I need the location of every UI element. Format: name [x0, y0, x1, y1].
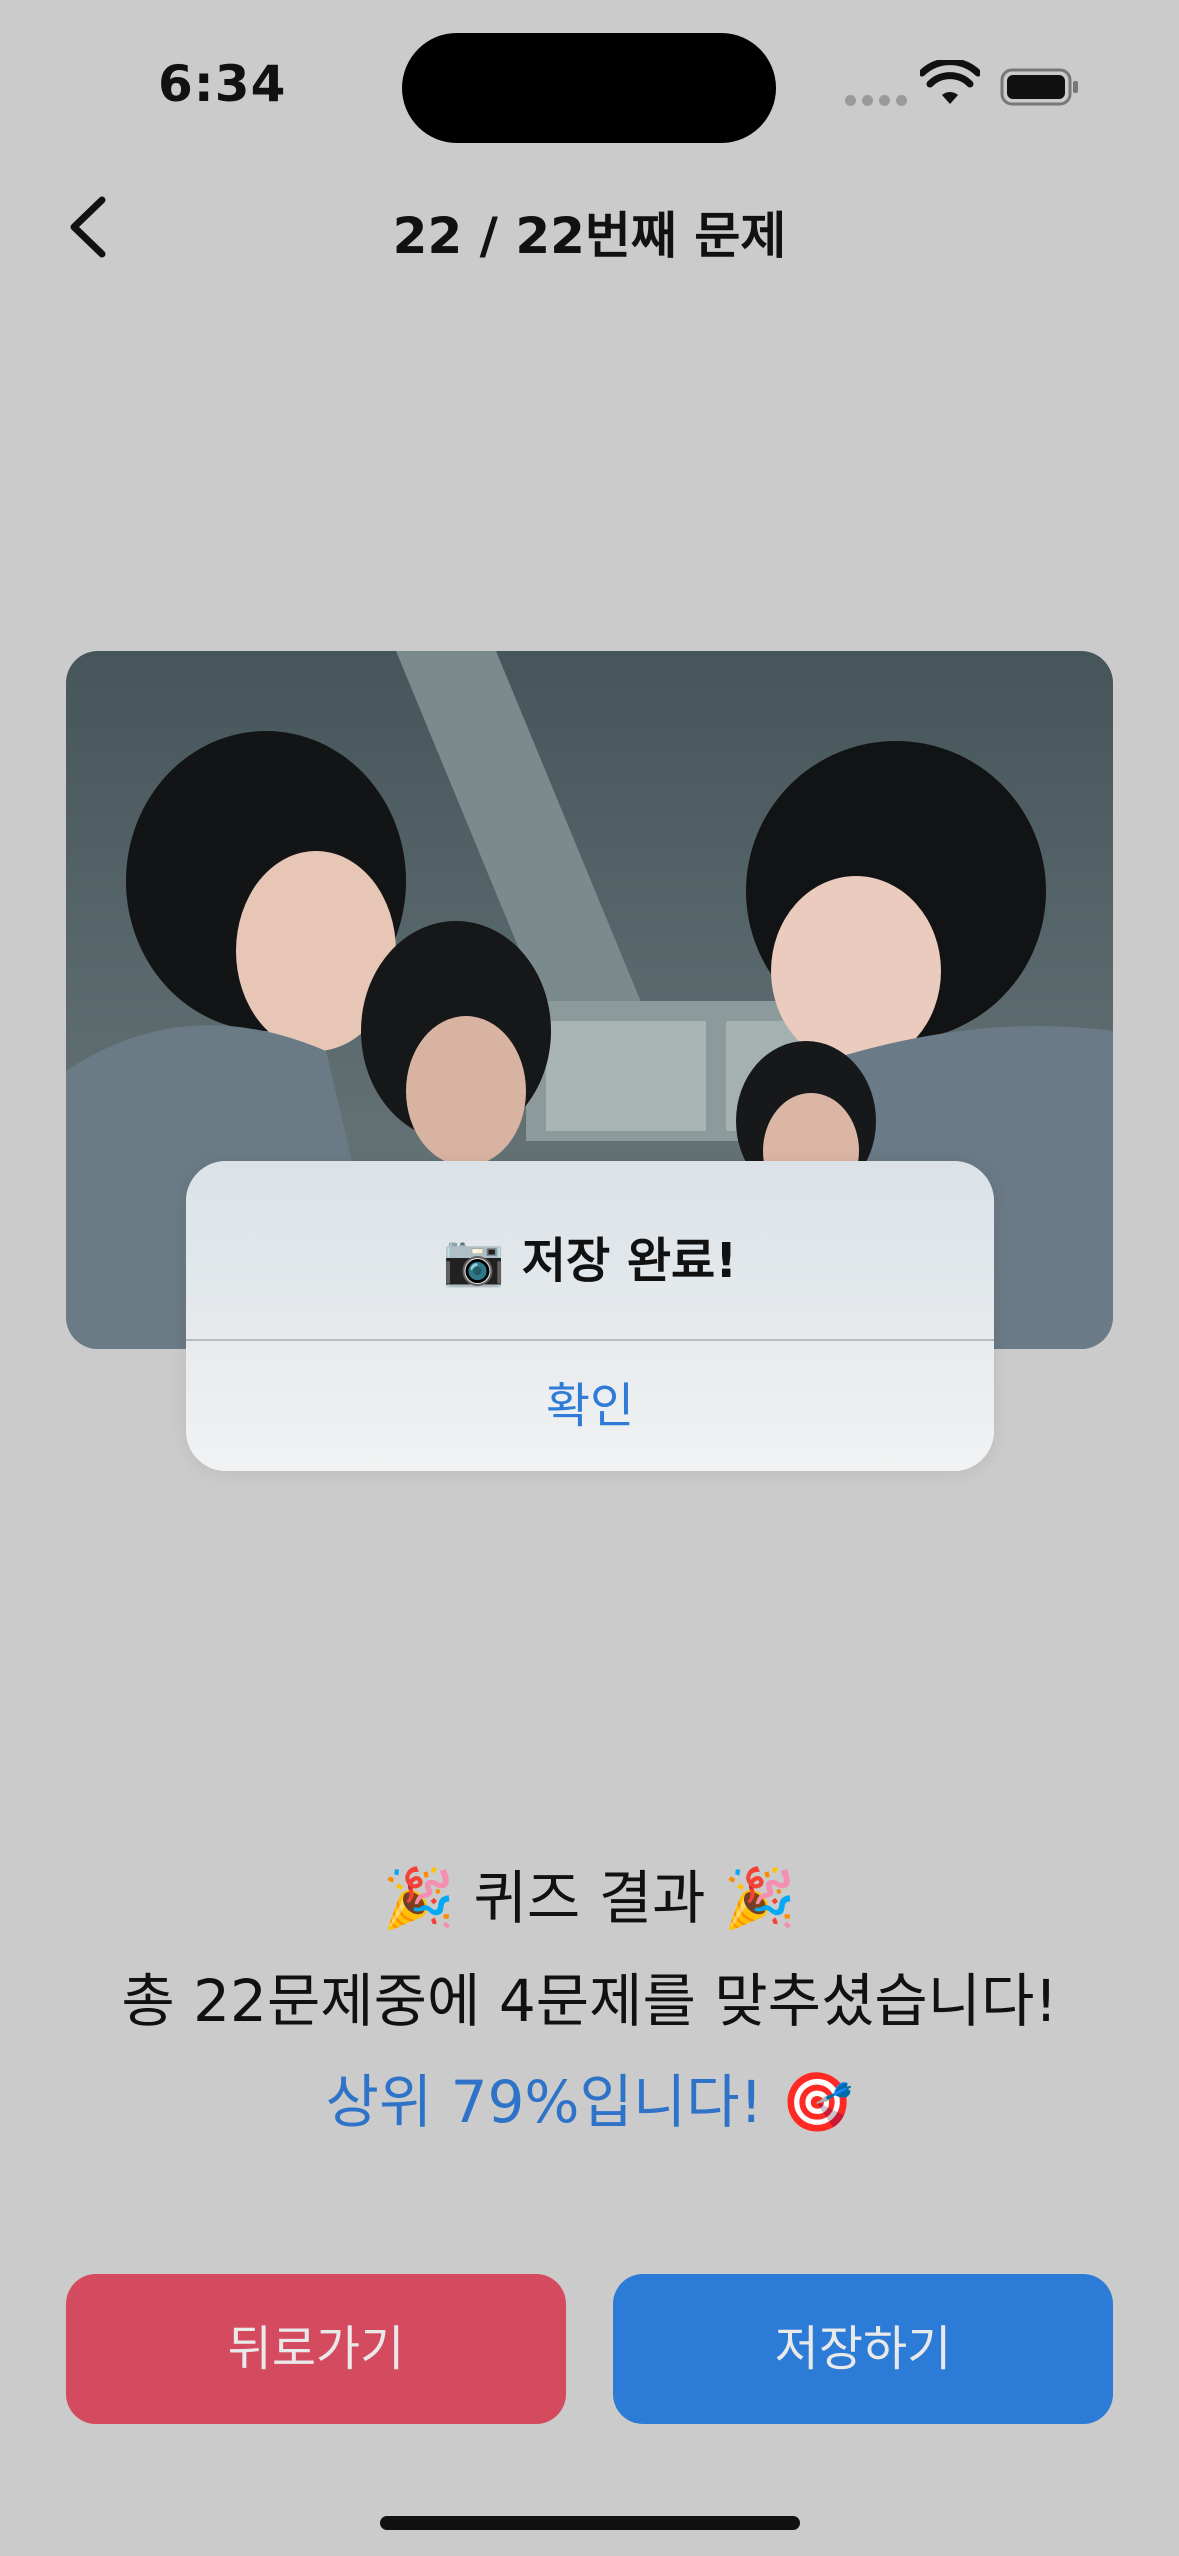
- save-button[interactable]: 저장하기: [613, 2274, 1113, 2424]
- party-popper-icon: 🎉: [723, 1864, 797, 1932]
- result-rank-text: 상위 79%입니다!: [325, 2068, 763, 2136]
- result-title-text: 퀴즈 결과: [473, 1864, 706, 1932]
- wifi-icon: [920, 60, 980, 104]
- confirm-button[interactable]: 확인: [186, 1341, 994, 1471]
- cellular-signal-icon: [845, 95, 907, 109]
- camera-icon: 📷: [442, 1231, 506, 1289]
- result-rank: 상위 79%입니다! 🎯: [0, 2055, 1179, 2139]
- save-complete-alert: 📷 저장 완료! 확인: [186, 1161, 994, 1471]
- party-popper-icon: 🎉: [382, 1864, 456, 1932]
- alert-header: 📷 저장 완료!: [186, 1161, 994, 1339]
- home-indicator[interactable]: [380, 2516, 800, 2530]
- alert-title-text: 저장 완료!: [521, 1233, 738, 1289]
- dynamic-island: [402, 33, 776, 143]
- page-title: 22 / 22번째 문제: [392, 207, 787, 265]
- status-time: 6:34: [158, 55, 287, 113]
- back-button[interactable]: 뒤로가기: [66, 2274, 566, 2424]
- target-icon: 🎯: [781, 2068, 854, 2136]
- battery-icon: [1000, 68, 1078, 106]
- result-summary: 총 22문제중에 4문제를 맞추셨습니다!: [121, 1967, 1058, 2035]
- navigation-bar: 22 / 22번째 문제: [0, 180, 1179, 270]
- status-bar: 6:34: [0, 0, 1179, 170]
- alert-title: 📷 저장 완료!: [186, 1221, 994, 1291]
- result-title: 🎉 퀴즈 결과 🎉: [0, 1851, 1179, 1935]
